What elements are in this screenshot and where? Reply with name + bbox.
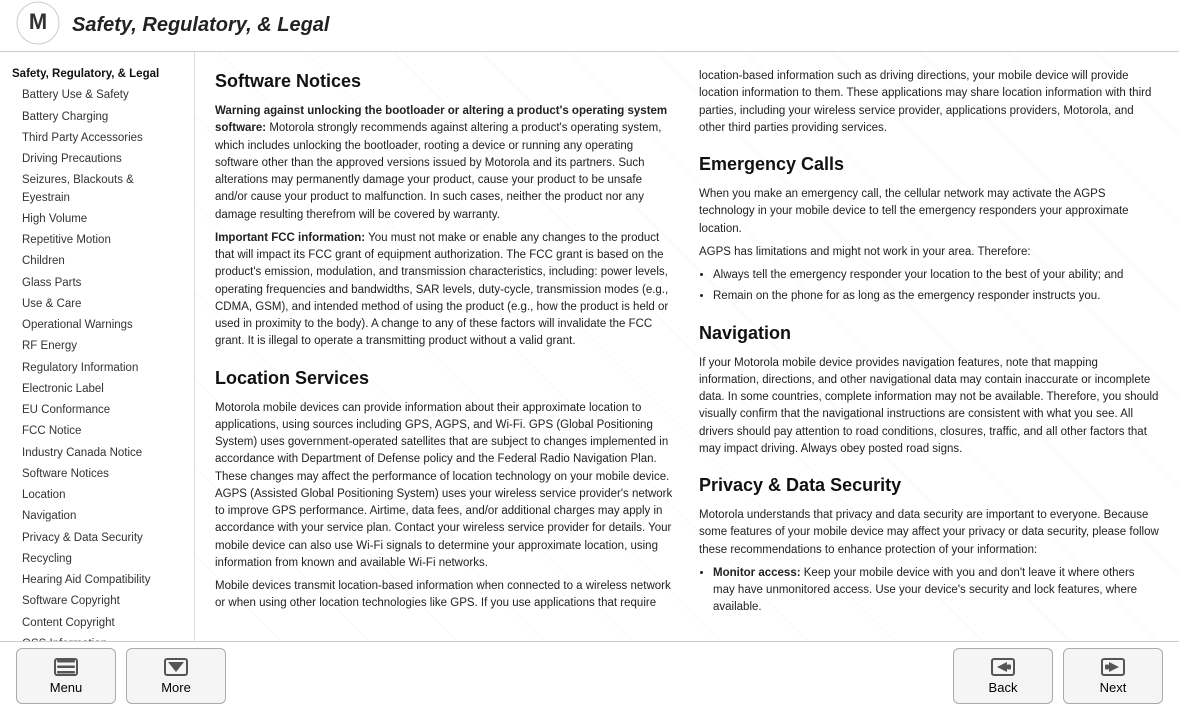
sidebar-item-glass-parts[interactable]: Glass Parts (8, 273, 186, 294)
menu-button[interactable]: Menu (16, 648, 116, 704)
agps-note: AGPS has limitations and might not work … (699, 246, 1031, 258)
sidebar-item-battery-use-safety[interactable]: Battery Use & Safety (8, 85, 186, 106)
next-icon (1101, 658, 1125, 676)
svg-text:M: M (29, 9, 47, 34)
sidebar-item-recycling[interactable]: Recycling (8, 549, 186, 570)
content-area: Software Notices Warning against unlocki… (195, 52, 1179, 641)
page-title: Safety, Regulatory, & Legal (72, 14, 329, 37)
back-button[interactable]: Back (953, 648, 1053, 704)
menu-label: Menu (50, 680, 83, 695)
fcc-body: You must not make or enable any changes … (215, 232, 668, 348)
sidebar-item-fcc-notice[interactable]: FCC Notice (8, 421, 186, 442)
software-notices-title: Software Notices (215, 68, 675, 95)
sidebar-item-high-volume[interactable]: High Volume (8, 209, 186, 230)
motorola-logo: M (16, 1, 60, 50)
bottom-nav: Menu More Back Next (0, 641, 1179, 713)
next-label: Next (1100, 680, 1127, 695)
sidebar-item-navigation[interactable]: Navigation (8, 506, 186, 527)
sidebar-item-content-copyright[interactable]: Content Copyright (8, 613, 186, 634)
sidebar-item-third-party-accessories[interactable]: Third Party Accessories (8, 128, 186, 149)
sidebar-item-repetitive-motion[interactable]: Repetitive Motion (8, 230, 186, 251)
sidebar-item-operational-warnings[interactable]: Operational Warnings (8, 315, 186, 336)
next-button[interactable]: Next (1063, 648, 1163, 704)
emergency-bullets-list: Always tell the emergency responder your… (713, 267, 1159, 306)
sidebar-item-driving-precautions[interactable]: Driving Precautions (8, 149, 186, 170)
sidebar-item-rf-energy[interactable]: RF Energy (8, 336, 186, 357)
location-body1: Motorola mobile devices can provide info… (215, 400, 675, 573)
navigation-section: Navigation If your Motorola mobile devic… (699, 320, 1159, 459)
sidebar-item-use-care[interactable]: Use & Care (8, 294, 186, 315)
sidebar-item-eu-conformance[interactable]: EU Conformance (8, 400, 186, 421)
emergency-bullet-1: Always tell the emergency responder your… (713, 267, 1159, 284)
navigation-body: If your Motorola mobile device provides … (699, 355, 1159, 459)
sidebar-item-oss-information[interactable]: OSS Information (8, 634, 186, 641)
sidebar-item-children[interactable]: Children (8, 251, 186, 272)
sidebar-item-location[interactable]: Location (8, 485, 186, 506)
more-icon (164, 658, 188, 676)
privacy-title: Privacy & Data Security (699, 472, 1159, 499)
sidebar-item-regulatory-information[interactable]: Regulatory Information (8, 358, 186, 379)
sidebar-item-electronic-label[interactable]: Electronic Label (8, 379, 186, 400)
emergency-bullet-2: Remain on the phone for as long as the e… (713, 288, 1159, 305)
emergency-body: When you make an emergency call, the cel… (699, 186, 1159, 238)
back-icon (991, 658, 1015, 676)
sidebar-item-hearing-aid-compatibility[interactable]: Hearing Aid Compatibility (8, 570, 186, 591)
sidebar-item-software-copyright[interactable]: Software Copyright (8, 591, 186, 612)
privacy-intro: Motorola understands that privacy and da… (699, 507, 1159, 559)
main-container: Safety, Regulatory, & LegalBattery Use &… (0, 52, 1179, 641)
emergency-calls-section: Emergency Calls When you make an emergen… (699, 151, 1159, 306)
privacy-bullet: Monitor access: Keep your mobile device … (713, 565, 1159, 617)
emergency-calls-title: Emergency Calls (699, 151, 1159, 178)
menu-icon (54, 658, 78, 676)
sidebar: Safety, Regulatory, & LegalBattery Use &… (0, 52, 195, 641)
sidebar-item-privacy-data-security[interactable]: Privacy & Data Security (8, 528, 186, 549)
more-label: More (161, 680, 191, 695)
more-button[interactable]: More (126, 648, 226, 704)
sidebar-item-industry-canada-notice[interactable]: Industry Canada Notice (8, 443, 186, 464)
back-label: Back (989, 680, 1018, 695)
header: M Safety, Regulatory, & Legal (0, 0, 1179, 52)
sidebar-item-seizures-blackouts-eyestrain[interactable]: Seizures, Blackouts & Eyestrain (8, 170, 186, 209)
sidebar-item-safety-regulatory-legal[interactable]: Safety, Regulatory, & Legal (8, 64, 186, 85)
software-notices-warning-body: Motorola strongly recommends against alt… (215, 122, 661, 220)
navigation-title: Navigation (699, 320, 1159, 347)
sidebar-item-software-notices[interactable]: Software Notices (8, 464, 186, 485)
software-notices-section: Software Notices Warning against unlocki… (215, 68, 675, 351)
fcc-heading: Important FCC information: (215, 232, 365, 244)
location-services-title: Location Services (215, 365, 675, 392)
sidebar-item-battery-charging[interactable]: Battery Charging (8, 107, 186, 128)
